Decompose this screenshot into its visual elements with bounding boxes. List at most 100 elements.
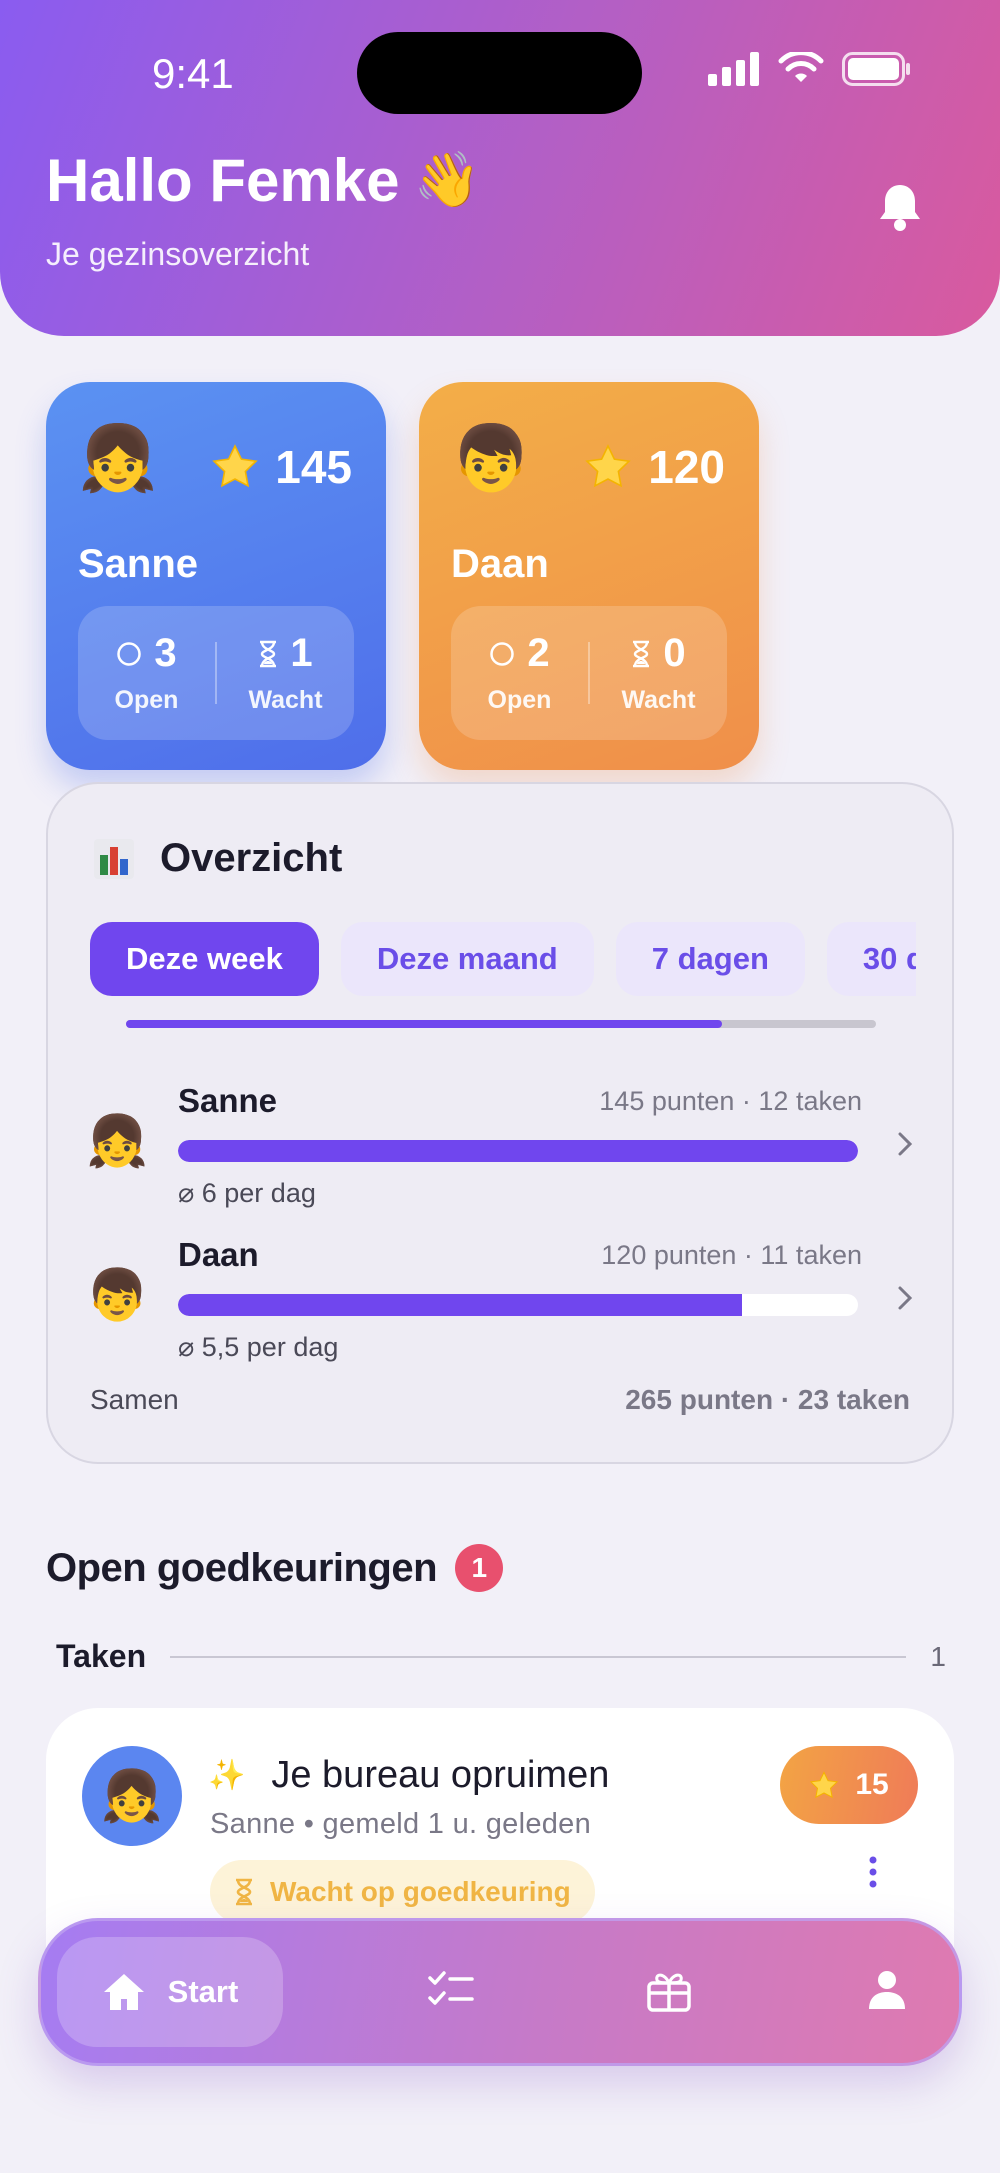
- section-label: Taken: [56, 1638, 147, 1674]
- waiting-count: 1: [290, 631, 313, 675]
- bell-icon: [880, 185, 920, 231]
- progress-bar: [178, 1294, 858, 1316]
- nav-start-label: Start: [167, 1974, 239, 2009]
- waiting-stat: 0 Wacht: [590, 631, 727, 715]
- kid-stats: 2 Open 0 Wacht: [451, 606, 727, 740]
- section-count: 1: [930, 1640, 946, 1672]
- row-meta: 120 punten · 11 taken: [601, 1240, 862, 1270]
- more-vertical-icon: [869, 1856, 877, 1888]
- scrollbar-thumb[interactable]: [126, 1020, 722, 1028]
- nav-profile[interactable]: [867, 1969, 907, 2016]
- nav-rewards[interactable]: [646, 1969, 692, 2018]
- hourglass-icon: [236, 1878, 252, 1906]
- chips-scrollbar[interactable]: [126, 1020, 876, 1028]
- kid-card-daan[interactable]: 👦 120 Daan 2 Open 0 Wacht: [419, 382, 759, 770]
- open-count: 2: [527, 631, 550, 675]
- kid-name: Sanne: [78, 542, 199, 586]
- bar-chart-icon: [94, 838, 134, 879]
- star-icon: [585, 444, 631, 488]
- hourglass-icon: [260, 640, 277, 667]
- chip-7-days[interactable]: 7 dagen: [615, 922, 805, 996]
- approvals-title-text: Open goedkeuringen: [46, 1545, 438, 1590]
- checklist-icon: [428, 1971, 474, 2005]
- kid-name: Daan: [451, 542, 549, 586]
- totals-label: Samen: [90, 1384, 179, 1415]
- overview-card: Overzicht Deze week Deze maand 7 dagen 3…: [46, 782, 954, 1464]
- avatar: 👧: [82, 1746, 182, 1846]
- chevron-right-icon: [898, 1286, 913, 1310]
- progress-fill: [178, 1294, 743, 1316]
- overview-row-daan[interactable]: 👦 Daan 120 punten · 11 taken ⌀ 5,5 per d…: [86, 1230, 926, 1370]
- overview-title-text: Overzicht: [160, 836, 343, 880]
- chevron-right-icon: [898, 1132, 913, 1156]
- star-count: 120: [584, 440, 725, 494]
- status-text: Wacht op goedkeuring: [270, 1876, 571, 1907]
- open-stat: 3 Open: [78, 631, 215, 715]
- waiting-label: Wacht: [621, 686, 696, 714]
- avatar: 👦: [86, 1267, 149, 1323]
- approvals-count-badge: 1: [455, 1544, 504, 1592]
- task-title: ✨ Je bureau opruimen: [208, 1754, 609, 1797]
- open-stat: 2 Open: [451, 631, 588, 715]
- star-icon: [212, 444, 258, 488]
- totals-row: Samen 265 punten · 23 taken: [90, 1384, 910, 1416]
- open-count: 3: [154, 631, 177, 675]
- divider: [170, 1655, 907, 1658]
- circle-icon: [117, 641, 142, 666]
- row-average: ⌀ 6 per dag: [178, 1178, 316, 1208]
- star-count: 145: [211, 440, 352, 494]
- progress-bar: [178, 1140, 858, 1162]
- header-subtitle: Je gezinsoverzicht: [46, 236, 310, 272]
- person-icon: [869, 1971, 905, 2009]
- sparkles-icon: ✨: [208, 1759, 246, 1792]
- open-label: Open: [487, 686, 552, 714]
- task-title-text: Je bureau opruimen: [271, 1754, 610, 1796]
- greeting: Hallo Femke 👋: [46, 146, 481, 215]
- overview-title: Overzicht: [92, 836, 342, 881]
- avatar: 👦: [451, 422, 531, 494]
- waiting-count: 0: [663, 631, 686, 675]
- status-time: 9:41: [152, 50, 234, 97]
- bottom-navigation: Start: [38, 1918, 962, 2066]
- greeting-text: Hallo Femke: [46, 147, 400, 214]
- points-value: 15: [855, 1768, 889, 1801]
- row-average: ⌀ 5,5 per dag: [178, 1332, 339, 1362]
- totals-value: 265 punten · 23 taken: [625, 1384, 910, 1415]
- overview-row-sanne[interactable]: 👧 Sanne 145 punten · 12 taken ⌀ 6 per da…: [86, 1076, 926, 1216]
- star-value: 145: [275, 441, 352, 493]
- star-icon: [810, 1770, 839, 1798]
- wifi-icon: [778, 52, 824, 82]
- status-icons: [708, 52, 912, 86]
- avatar: 👧: [78, 422, 158, 494]
- dynamic-island: [357, 32, 642, 114]
- waiting-stat: 1 Wacht: [217, 631, 354, 715]
- circle-icon: [490, 641, 515, 666]
- more-options-button[interactable]: [868, 1856, 878, 1893]
- gift-icon: [647, 1973, 691, 2012]
- period-chips: Deze week Deze maand 7 dagen 30 dagen: [90, 922, 916, 998]
- waiting-label: Wacht: [248, 686, 323, 714]
- section-header-tasks: Taken 1: [56, 1638, 946, 1675]
- kid-card-sanne[interactable]: 👧 145 Sanne 3 Open 1 Wacht: [46, 382, 386, 770]
- row-name: Daan: [178, 1236, 259, 1273]
- kid-stats: 3 Open 1 Wacht: [78, 606, 354, 740]
- progress-fill: [178, 1140, 858, 1162]
- chip-30-days[interactable]: 30 dagen: [826, 922, 916, 996]
- notifications-button[interactable]: [878, 182, 922, 237]
- approvals-title: Open goedkeuringen 1: [46, 1544, 504, 1592]
- header: 9:41 Hallo Femke 👋 Je gezinsoverzicht: [0, 0, 1000, 336]
- chip-this-month[interactable]: Deze maand: [340, 922, 594, 996]
- nav-tasks[interactable]: [427, 1969, 475, 2014]
- battery-icon: [842, 52, 910, 86]
- open-label: Open: [114, 686, 179, 714]
- status-badge: Wacht op goedkeuring: [210, 1860, 595, 1924]
- hourglass-icon: [633, 640, 650, 667]
- avatar: 👧: [86, 1113, 149, 1169]
- signal-icon: [708, 52, 759, 86]
- row-meta: 145 punten · 12 taken: [599, 1086, 862, 1116]
- points-badge: 15: [780, 1746, 918, 1824]
- row-name: Sanne: [178, 1082, 278, 1119]
- nav-start[interactable]: Start: [57, 1937, 283, 2047]
- chip-this-week[interactable]: Deze week: [90, 922, 319, 996]
- home-icon: [103, 1974, 144, 2010]
